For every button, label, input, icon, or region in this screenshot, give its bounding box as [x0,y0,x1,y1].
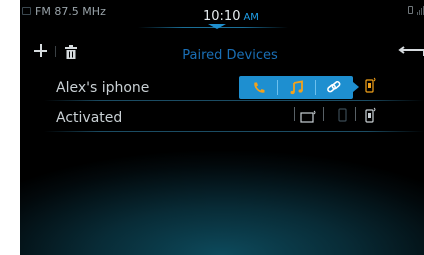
add-icon[interactable] [34,44,48,58]
icon-divider [323,107,324,121]
signal-icon [417,6,424,15]
clock: 10:10 AM [203,9,259,24]
icon-divider [294,107,295,121]
trash-icon[interactable] [65,44,77,59]
radio-icon [22,7,31,15]
phone-device-icon[interactable] [365,107,376,123]
icon-divider [355,107,356,121]
profile-buttons [239,76,353,99]
status-bar: FM 87.5 MHz 10:10 AM [20,0,424,29]
header-divider [55,46,56,57]
radio-status: FM 87.5 MHz [35,5,106,18]
tablet-device-icon[interactable] [300,108,318,123]
link-profile-button[interactable] [315,76,353,99]
phone-device-icon[interactable] [338,107,349,122]
clock-time: 10:10 [203,9,241,24]
link-icon [327,81,341,93]
phone-battery-icon [408,6,413,14]
music-note-icon [290,80,303,95]
music-profile-button[interactable] [277,76,315,99]
infotainment-screen: FM 87.5 MHz 10:10 AM Paired Devices Alex… [20,0,424,255]
device-name[interactable]: Alex's iphone [56,80,149,96]
background-glow [20,150,424,255]
clock-notch [208,24,226,29]
row-divider [44,100,424,101]
phone-call-icon [254,82,265,93]
device-name[interactable]: Activated [56,110,122,126]
page-title: Paired Devices [182,48,278,63]
back-arrow-icon[interactable] [398,44,424,62]
profile-pointer [353,82,359,92]
phone-profile-button[interactable] [239,76,277,99]
phone-device-icon[interactable] [365,77,376,93]
clock-ampm: AM [243,12,259,23]
row-divider [44,131,424,132]
